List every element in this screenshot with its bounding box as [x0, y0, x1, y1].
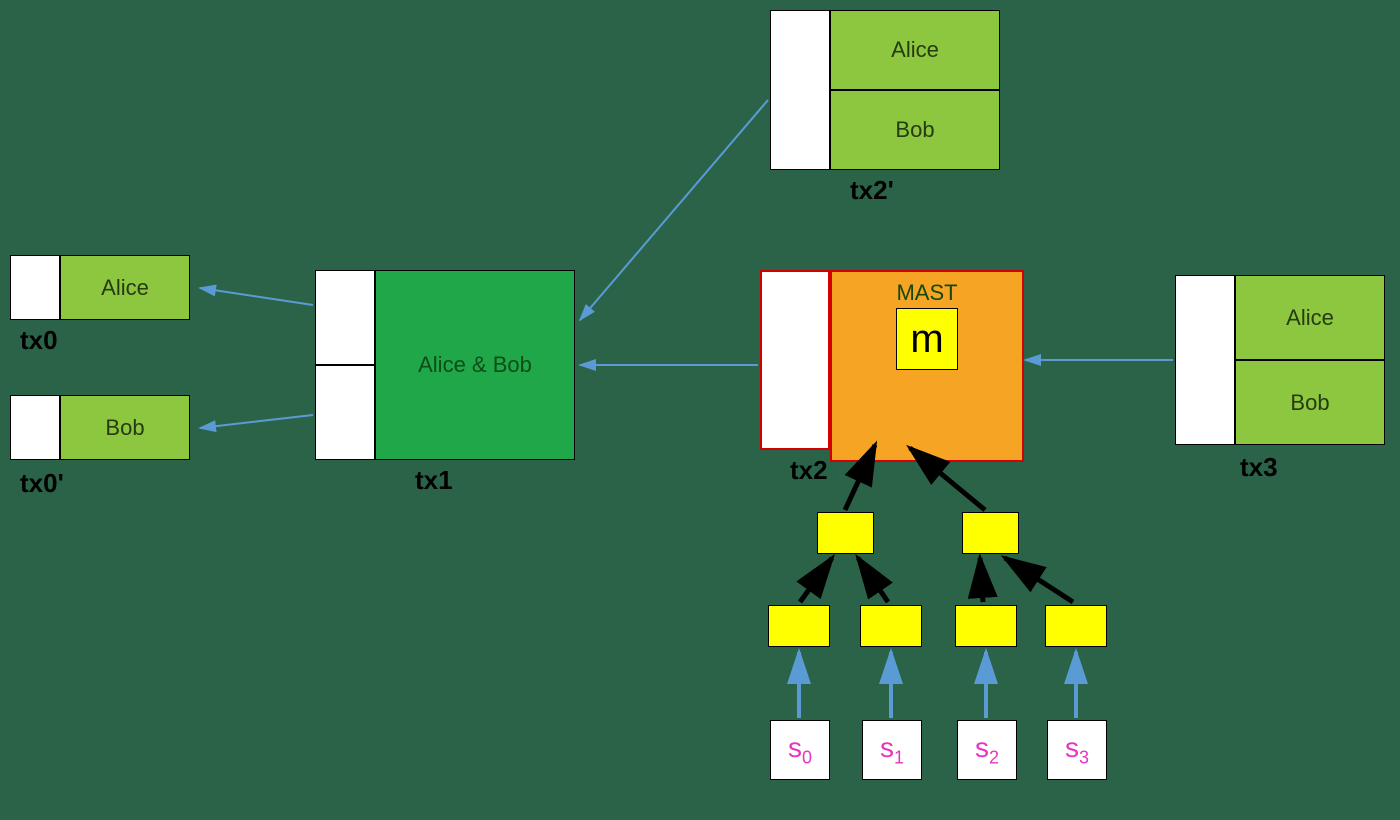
tx2-label: tx2 [790, 455, 828, 486]
arrow-l22-to-l1r [980, 558, 983, 602]
tx2-mast-label: MAST [896, 280, 957, 306]
mast-root-m-text: m [910, 317, 943, 362]
tx3-input [1175, 275, 1235, 445]
tx2p-input [770, 10, 830, 170]
tx3-label: tx3 [1240, 452, 1278, 483]
mast-node-l2-1 [860, 605, 922, 647]
leaf-s1: s1 [862, 720, 922, 780]
tx2p-out-bob: Bob [830, 90, 1000, 170]
tx0-label: tx0 [20, 325, 58, 356]
arrow-tx1-to-tx0p [200, 415, 313, 428]
mast-root-m: m [896, 308, 958, 370]
tx0p-output: Bob [60, 395, 190, 460]
tx3-out-bob: Bob [1235, 360, 1385, 445]
tx2p-out-bob-text: Bob [895, 117, 934, 143]
tx2p-out-alice: Alice [830, 10, 1000, 90]
leaf-s0: s0 [770, 720, 830, 780]
arrow-tx2p-to-tx1 [580, 100, 768, 320]
leaf-s0-text: s0 [788, 732, 812, 769]
arrow-l20-to-l1l [800, 558, 832, 602]
leaf-s3-text: s3 [1065, 732, 1089, 769]
leaf-s2: s2 [957, 720, 1017, 780]
tx1-label: tx1 [415, 465, 453, 496]
tx2-input [760, 270, 830, 450]
mast-node-l2-3 [1045, 605, 1107, 647]
leaf-s2-text: s2 [975, 732, 999, 769]
tx2p-label: tx2' [850, 175, 894, 206]
tx1-output: Alice & Bob [375, 270, 575, 460]
mast-node-l1-left [817, 512, 874, 554]
diagram-stage: Alice tx0 Bob tx0' Alice & Bob tx1 Alice… [0, 0, 1400, 820]
tx1-input-top [315, 270, 375, 365]
arrow-l21-to-l1l [858, 558, 888, 602]
tx2-output: MAST m [830, 270, 1024, 462]
tx3-out-alice: Alice [1235, 275, 1385, 360]
tx3-out-bob-text: Bob [1290, 390, 1329, 416]
mast-node-l1-right [962, 512, 1019, 554]
mast-node-l2-0 [768, 605, 830, 647]
tx0-output-text: Alice [101, 275, 149, 301]
tx0p-label: tx0' [20, 468, 64, 499]
tx0p-output-text: Bob [105, 415, 144, 441]
leaf-s3: s3 [1047, 720, 1107, 780]
tx0p-input [10, 395, 60, 460]
tx1-input-bottom [315, 365, 375, 460]
mast-node-l2-2 [955, 605, 1017, 647]
tx0-input [10, 255, 60, 320]
arrow-tx1-to-tx0 [200, 288, 313, 305]
tx2p-out-alice-text: Alice [891, 37, 939, 63]
tx0-output: Alice [60, 255, 190, 320]
tx1-output-text: Alice & Bob [418, 352, 532, 378]
tx3-out-alice-text: Alice [1286, 305, 1334, 331]
arrow-l23-to-l1r [1005, 558, 1073, 602]
leaf-s1-text: s1 [880, 732, 904, 769]
